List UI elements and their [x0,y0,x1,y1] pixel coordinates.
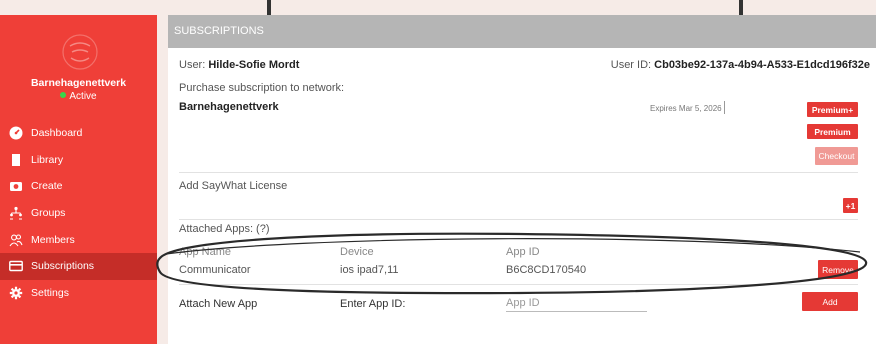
stand-post-left [267,0,271,15]
sidebar-item-settings[interactable]: Settings [0,280,157,307]
user-id-label: User ID: [610,59,652,71]
org-name: Barnehagenettverk [30,77,127,89]
col-app-id: App ID [506,246,540,258]
library-icon [9,153,23,167]
subscriptions-panel: SUBSCRIPTIONS User: Hilde-Sofie Mordt Us… [168,15,876,344]
app-id-cell: B6C8CD170540 [506,264,587,276]
divider [179,219,858,220]
status-dot-icon [60,92,67,98]
expiry-date: Expires Mar 5, 2026 [650,104,722,113]
remove-app-button[interactable]: Remove [818,260,858,279]
divider [179,284,858,285]
user-id-info: User ID: Cb03be92-137a-4b94-A533-E1dcd19… [611,59,870,71]
sidebar-item-label: Settings [31,286,69,299]
checkout-button[interactable]: Checkout [815,147,858,165]
sidebar-item-members[interactable]: Members [0,226,157,253]
divider [179,172,858,173]
sidebar-nav: Dashboard Library Create Groups Members … [0,120,157,306]
sidebar-item-label: Library [31,153,64,166]
sidebar-item-label: Subscriptions [31,260,95,273]
sidebar-item-label: Dashboard [31,127,83,140]
dashboard-icon [9,126,23,140]
card-icon [9,259,23,273]
add-license-button[interactable]: +1 [843,198,858,213]
sidebar-item-groups[interactable]: Groups [0,200,157,227]
sidebar: Barnehagenettverk Active Dashboard Libra… [0,15,157,344]
members-icon [9,233,23,247]
app-name-cell: Communicator [179,264,251,276]
network-name: Barnehagenettverk [179,101,279,113]
org-status: Active [0,91,157,102]
app-id-input[interactable] [506,294,647,312]
sidebar-item-dashboard[interactable]: Dashboard [0,120,157,147]
org-status-label: Active [69,91,97,102]
org-logo [62,30,98,74]
saywhat-license-label: Add SayWhat License [179,180,288,192]
sidebar-item-library[interactable]: Library [0,147,157,174]
expiry-divider [724,101,725,114]
user-name: Hilde-Sofie Mordt [208,59,300,71]
sidebar-item-label: Create [31,180,63,193]
device-cell: ios ipad7,11 [340,264,399,276]
panel-title: SUBSCRIPTIONS [168,15,876,48]
gear-icon [9,286,23,300]
sidebar-item-label: Members [31,233,75,246]
user-id: Cb03be92-137a-4b94-A533-E1dcd196f32e [654,59,870,71]
sidebar-item-create[interactable]: Create [0,173,157,200]
groups-icon [9,206,23,220]
col-device: Device [340,246,374,258]
premium-plus-button[interactable]: Premium+ [807,102,858,117]
stand-post-right [739,0,743,15]
col-app-name: App Name [179,246,231,258]
attached-apps-label: Attached Apps: (?) [179,223,270,235]
sidebar-item-subscriptions[interactable]: Subscriptions [0,252,157,280]
sidebar-item-label: Groups [31,207,66,220]
user-label: User: [179,59,206,71]
premium-button[interactable]: Premium [807,124,858,139]
add-app-button[interactable]: Add [802,292,858,311]
user-info: User: Hilde-Sofie Mordt [179,59,299,71]
camera-icon [9,179,23,193]
attach-new-app-label: Attach New App [179,298,258,310]
enter-app-id-label: Enter App ID: [340,298,406,310]
purchase-label: Purchase subscription to network: [179,82,345,94]
